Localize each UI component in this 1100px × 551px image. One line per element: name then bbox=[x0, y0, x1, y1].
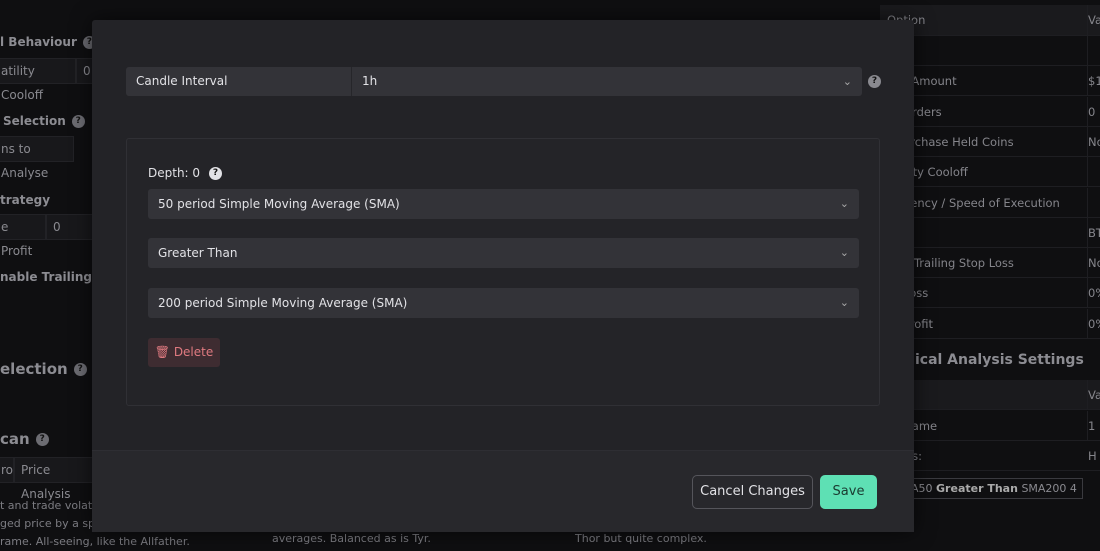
condition-group: Depth: 0? 50 period Simple Moving Averag… bbox=[126, 138, 880, 406]
selection2-heading: election bbox=[0, 360, 68, 378]
candle-interval-select[interactable]: Candle Interval 1h ⌄ bbox=[126, 67, 862, 96]
modal-footer: Cancel Changes Save bbox=[92, 450, 914, 532]
indicator-2-select[interactable]: 200 period Simple Moving Average (SMA) ⌄ bbox=[148, 288, 859, 318]
tab-price-analysis[interactable]: Price Analysis bbox=[14, 457, 104, 501]
chevron-down-icon: ⌄ bbox=[839, 296, 849, 309]
candle-interval-value: 1h bbox=[351, 67, 377, 96]
tab-pro[interactable]: ro bbox=[0, 457, 14, 483]
delete-button[interactable]: 🗑 Delete bbox=[148, 338, 220, 367]
profit-value[interactable]: 0 bbox=[46, 214, 96, 240]
chevron-down-icon: ⌄ bbox=[839, 197, 849, 210]
behaviour-heading: l Behaviour bbox=[0, 35, 77, 49]
save-button[interactable]: Save bbox=[820, 475, 877, 509]
help-icon[interactable]: ? bbox=[868, 75, 881, 88]
middle-description: averages. Balanced as is Tyr. bbox=[272, 532, 431, 545]
candle-interval-label: Candle Interval bbox=[136, 74, 228, 88]
help-icon[interactable]: ? bbox=[209, 167, 223, 180]
right-description: Thor but quite complex. bbox=[575, 532, 707, 545]
selection-heading: Selection bbox=[3, 114, 66, 128]
help-icon[interactable]: ? bbox=[35, 433, 49, 446]
indicator-1-select[interactable]: 50 period Simple Moving Average (SMA) ⌄ bbox=[148, 189, 859, 219]
edit-strategy-modal: Candle Interval 1h ⌄ ? Depth: 0? 50 peri… bbox=[92, 20, 914, 532]
scan-heading: can bbox=[0, 430, 30, 448]
volatility-label: atility Cooloff bbox=[0, 58, 76, 102]
strategy-heading: trategy bbox=[0, 193, 51, 207]
help-icon[interactable]: ? bbox=[73, 363, 87, 376]
chevron-down-icon: ⌄ bbox=[842, 75, 852, 88]
help-icon[interactable]: ? bbox=[71, 115, 85, 128]
cancel-changes-button[interactable]: Cancel Changes bbox=[692, 475, 813, 509]
operator-select[interactable]: Greater Than ⌄ bbox=[148, 238, 859, 268]
depth-label: Depth: 0 bbox=[148, 166, 201, 180]
analysis-tag: A50 Greater Than SMA200 4 bbox=[905, 478, 1083, 499]
ta-heading: nical Analysis Settings bbox=[905, 352, 1084, 368]
chevron-down-icon: ⌄ bbox=[839, 246, 849, 259]
analyse-label: ns to Analyse bbox=[0, 136, 74, 180]
profit-label: e Profit bbox=[0, 214, 46, 258]
trash-icon: 🗑 bbox=[154, 345, 170, 359]
